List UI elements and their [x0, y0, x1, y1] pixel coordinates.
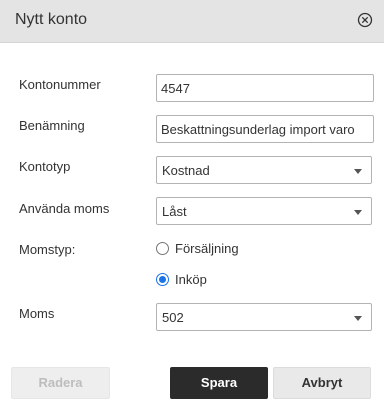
- benamning-label: Benämning: [19, 118, 85, 133]
- delete-button[interactable]: Radera: [11, 367, 110, 399]
- dialog-title: Nytt konto: [15, 11, 88, 28]
- chevron-down-icon: [354, 210, 362, 215]
- chevron-down-icon: [354, 316, 362, 321]
- anvanda-moms-value: Låst: [162, 204, 187, 219]
- chevron-down-icon: [354, 169, 362, 174]
- moms-value: 502: [162, 310, 184, 325]
- radio-inkop-label: Inköp: [175, 272, 207, 287]
- anvanda-moms-select[interactable]: Låst: [156, 197, 372, 225]
- kontonummer-label: Kontonummer: [19, 77, 101, 92]
- radio-inkop[interactable]: [156, 273, 169, 286]
- anvanda-moms-label: Använda moms: [19, 201, 110, 216]
- momstyp-label: Momstyp:: [19, 242, 76, 257]
- benamning-input[interactable]: [156, 115, 374, 143]
- kontotyp-select[interactable]: Kostnad: [156, 156, 372, 184]
- radio-forsaljning[interactable]: [156, 242, 169, 255]
- dialog-header: Nytt konto: [0, 0, 384, 43]
- kontonummer-input[interactable]: [156, 74, 374, 102]
- close-icon[interactable]: [357, 12, 373, 28]
- kontotyp-value: Kostnad: [162, 163, 210, 178]
- kontotyp-label: Kontotyp: [19, 159, 71, 174]
- moms-label: Moms: [19, 306, 55, 321]
- save-button[interactable]: Spara: [170, 367, 268, 399]
- radio-forsaljning-label: Försäljning: [175, 241, 239, 256]
- moms-select[interactable]: 502: [156, 303, 372, 331]
- cancel-button[interactable]: Avbryt: [273, 367, 371, 399]
